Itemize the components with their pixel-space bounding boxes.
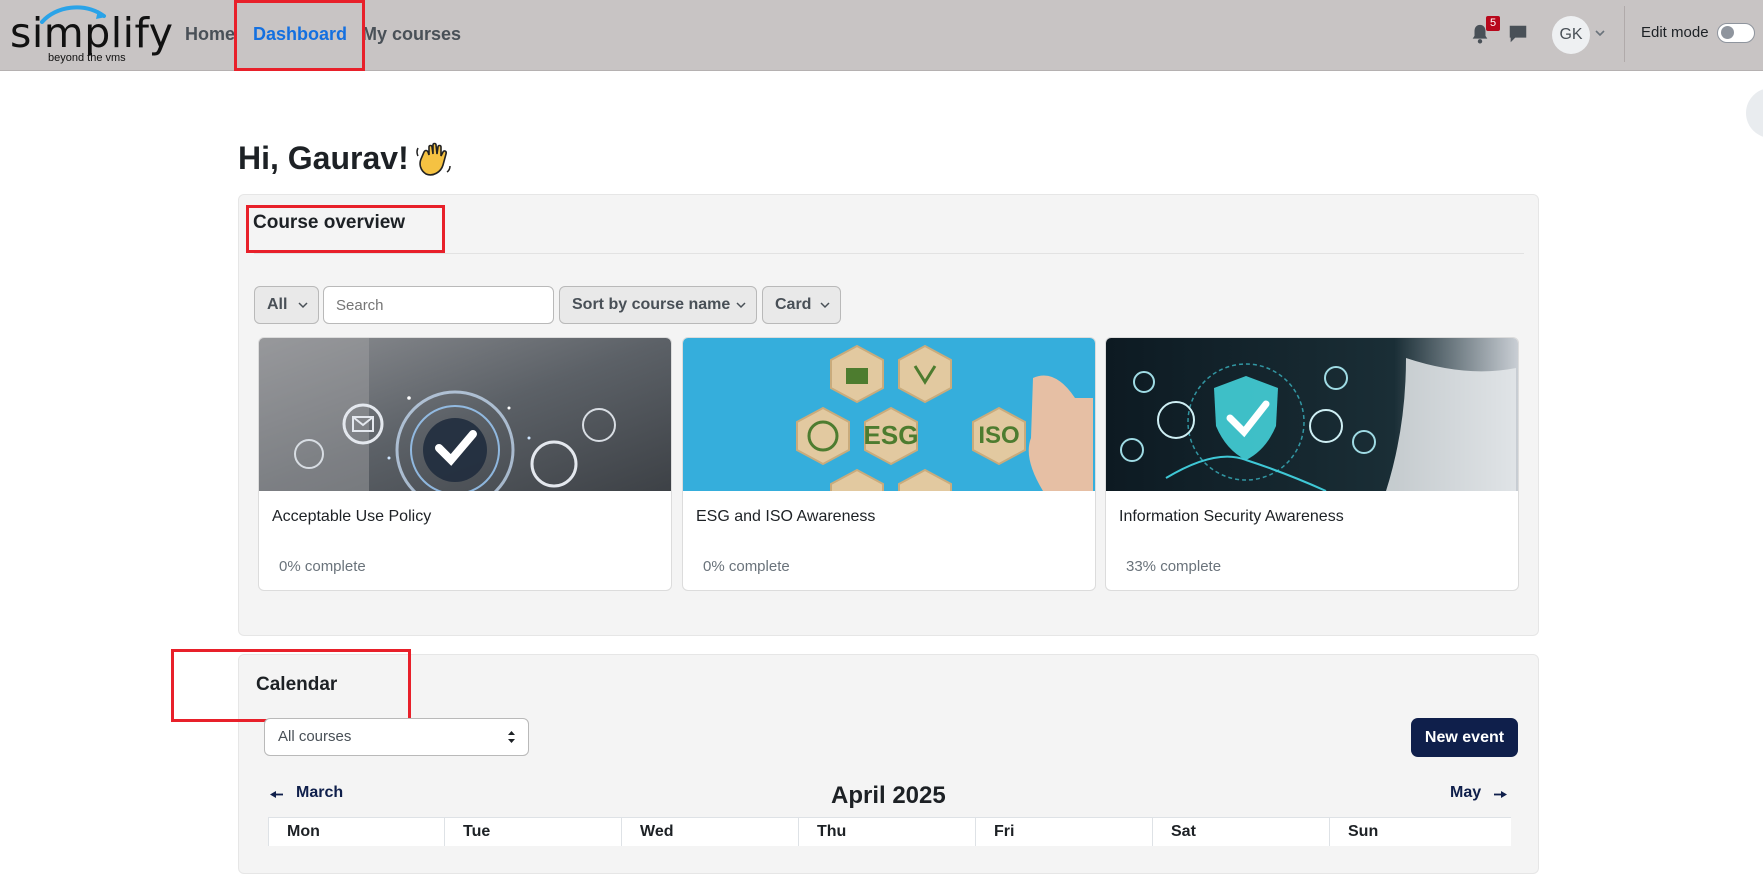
weekday-label: Fri — [975, 818, 1151, 846]
view-dropdown[interactable]: Card — [762, 286, 841, 324]
esg-iso-hexagons-image[interactable]: ESG ISO — [683, 338, 1095, 491]
messages-chat-icon[interactable] — [1507, 23, 1529, 45]
waving-hand-icon — [416, 142, 451, 176]
course-card-progress: 0% complete — [703, 558, 790, 575]
chevron-down-icon — [820, 302, 830, 309]
weekday-label: Sat — [1152, 818, 1328, 846]
sort-dropdown-label: Sort by course name — [572, 296, 731, 313]
logo-wordmark: simplify — [10, 9, 174, 57]
current-month-title: April 2025 — [831, 782, 946, 809]
chevron-down-icon — [736, 302, 746, 309]
chevron-down-icon — [298, 302, 308, 309]
edit-mode-toggle-knob — [1721, 26, 1734, 39]
course-card-title[interactable]: Information Security Awareness — [1119, 508, 1344, 526]
course-card[interactable]: Acceptable Use Policy 0% complete — [258, 337, 672, 591]
block-drawer-toggle[interactable] — [1746, 88, 1763, 138]
course-overview-divider — [254, 253, 1524, 254]
edit-mode-label: Edit mode — [1641, 24, 1709, 41]
calendar-course-select-value: All courses — [278, 728, 352, 745]
sort-dropdown[interactable]: Sort by course name — [559, 286, 757, 324]
course-card-progress: 0% complete — [279, 558, 366, 575]
edit-mode-toggle[interactable] — [1717, 23, 1755, 43]
navbar-divider — [1624, 6, 1625, 62]
select-updown-icon — [508, 731, 515, 743]
greeting-heading: Hi, Gaurav! — [238, 140, 409, 176]
filter-dropdown-label: All — [267, 296, 288, 313]
calendar-weekday-header: Mon Tue Wed Thu Fri Sat Sun — [268, 817, 1511, 846]
policy-checkmark-image[interactable] — [259, 338, 671, 491]
course-card-title[interactable]: ESG and ISO Awareness — [696, 508, 875, 526]
course-card-progress: 33% complete — [1126, 558, 1222, 575]
logo-tagline: beyond the vms — [48, 52, 126, 64]
weekday-label: Wed — [621, 818, 797, 846]
weekday-label: Mon — [268, 818, 444, 846]
course-card-title[interactable]: Acceptable Use Policy — [272, 508, 431, 526]
user-avatar[interactable]: GK — [1552, 16, 1590, 54]
notification-count-badge: 5 — [1486, 16, 1500, 31]
filter-dropdown[interactable]: All — [254, 286, 319, 324]
calendar-highlight-box — [171, 649, 411, 722]
svg-text:ESG: ESG — [864, 420, 919, 450]
course-card[interactable]: ESG ISO ESG and ISO Awareness 0% complet… — [682, 337, 1096, 591]
svg-text:ISO: ISO — [978, 422, 1019, 449]
course-overview-highlight-box — [246, 205, 445, 253]
nav-home-link[interactable]: Home — [185, 24, 235, 45]
calendar-course-select[interactable]: All courses — [264, 718, 529, 756]
weekday-label: Thu — [798, 818, 974, 846]
new-event-button[interactable]: New event — [1411, 718, 1518, 757]
nav-my-courses-link[interactable]: My courses — [362, 24, 461, 45]
site-logo[interactable]: simplify beyond the vms — [10, 4, 173, 66]
dashboard-highlight-box — [234, 0, 365, 71]
weekday-label: Tue — [444, 818, 620, 846]
view-dropdown-label: Card — [775, 296, 812, 313]
arrow-right-icon[interactable] — [1494, 791, 1507, 798]
course-search-input[interactable] — [323, 286, 554, 324]
previous-month-link[interactable]: March — [296, 784, 343, 802]
user-menu-chevron-down-icon[interactable] — [1594, 28, 1606, 38]
next-month-link[interactable]: May — [1450, 784, 1481, 802]
arrow-left-icon[interactable] — [270, 791, 283, 798]
course-card[interactable]: Information Security Awareness 33% compl… — [1105, 337, 1519, 591]
security-shield-image[interactable] — [1106, 338, 1518, 491]
weekday-label: Sun — [1329, 818, 1505, 846]
